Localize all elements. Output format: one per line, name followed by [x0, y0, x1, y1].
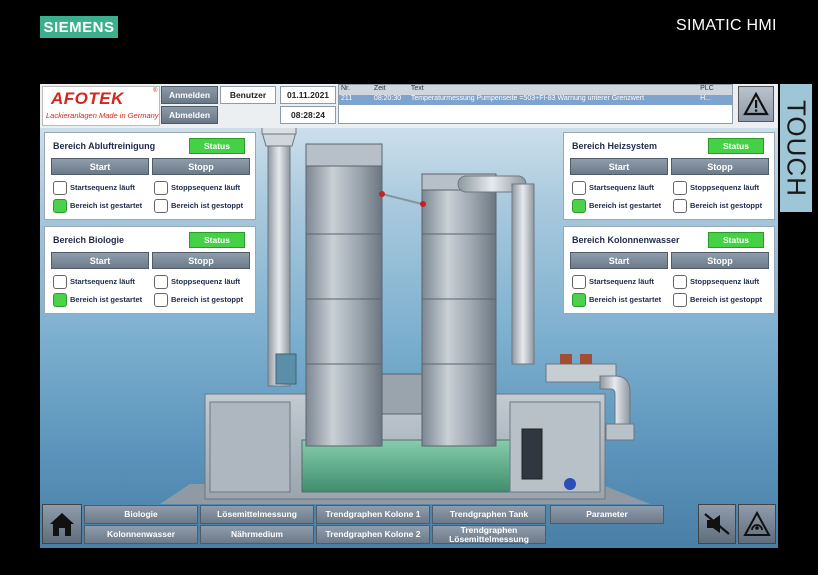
stopsequence-label: Stoppsequenz läuft: [171, 183, 241, 192]
panel-title: Bereich Heizsystem: [572, 141, 658, 151]
startsequence-label: Startsequenz läuft: [70, 277, 136, 286]
stopped-label: Bereich ist gestoppt: [690, 201, 763, 210]
stopped-label: Bereich ist gestoppt: [171, 295, 244, 304]
alarm-col-plc: PLC: [700, 85, 714, 92]
stopsequence-indicator: [154, 181, 168, 195]
column-1: [305, 163, 383, 447]
panel-title: Bereich Biologie: [53, 235, 125, 245]
startsequence-label: Startsequenz läuft: [70, 183, 136, 192]
startsequence-label: Startsequenz läuft: [589, 277, 655, 286]
siemens-logo: SIEMENS: [40, 16, 118, 38]
logo-reg: ®: [153, 88, 158, 94]
nav-trend-kolone-1[interactable]: Trendgraphen Kolone 1: [316, 505, 430, 524]
started-label: Bereich ist gestartet: [70, 201, 143, 210]
acknowledge-icon: [743, 511, 771, 536]
start-button[interactable]: Start: [51, 158, 149, 175]
panel-biologie: Bereich Biologie Status Start Stopp Star…: [44, 226, 256, 314]
exhaust-pipe: [267, 145, 291, 387]
stopsequence-indicator: [154, 275, 168, 289]
started-indicator: [572, 293, 586, 307]
nav-naehrmedium[interactable]: Nährmedium: [200, 525, 314, 544]
hmi-screen: AFOTEK ® Lackieranlagen Made in Germany …: [40, 84, 778, 548]
alarm-table[interactable]: Nr. Zeit Text PLC 211 08:20:30 Temperatu…: [338, 84, 733, 124]
status-button[interactable]: Status: [189, 138, 245, 154]
panel-abluftreinigung: Bereich Abluftreinigung Status Start Sto…: [44, 132, 256, 220]
status-button[interactable]: Status: [708, 138, 764, 154]
alarm-header: Nr. Zeit Text PLC: [339, 85, 732, 95]
stop-button[interactable]: Stopp: [152, 252, 250, 269]
panel-title: Bereich Kolonnenwasser: [572, 235, 680, 245]
login-button[interactable]: Anmelden: [161, 86, 218, 104]
alarm-col-text: Text: [410, 85, 424, 92]
started-label: Bereich ist gestartet: [589, 295, 662, 304]
alarm-time: 08:20:30: [373, 95, 402, 102]
started-indicator: [53, 199, 67, 213]
nav-trend-kolone-2[interactable]: Trendgraphen Kolone 2: [316, 525, 430, 544]
stop-button[interactable]: Stopp: [671, 252, 769, 269]
stopsequence-label: Stoppsequenz läuft: [690, 277, 760, 286]
logo-tagline: Lackieranlagen Made in Germany: [46, 111, 159, 120]
stopped-indicator: [154, 293, 168, 307]
stopsequence-indicator: [673, 275, 687, 289]
alarm-plc: H...: [700, 95, 711, 102]
logout-button[interactable]: Abmelden: [161, 106, 218, 124]
startsequence-label: Startsequenz läuft: [589, 183, 655, 192]
pump: [564, 478, 576, 490]
stopsequence-indicator: [673, 181, 687, 195]
started-indicator: [53, 293, 67, 307]
nav-parameter[interactable]: Parameter: [550, 505, 664, 524]
status-button[interactable]: Status: [708, 232, 764, 248]
stopsequence-label: Stoppsequenz läuft: [171, 277, 241, 286]
start-button[interactable]: Start: [570, 252, 668, 269]
stopped-label: Bereich ist gestoppt: [171, 201, 244, 210]
mute-icon: [704, 513, 730, 535]
alarm-warning-button[interactable]: [738, 86, 774, 122]
nav-trend-tank[interactable]: Trendgraphen Tank: [432, 505, 546, 524]
home-icon: [50, 513, 74, 536]
logo-name: AFOTEK: [51, 89, 124, 108]
nav-kolonnenwasser[interactable]: Kolonnenwasser: [84, 525, 198, 544]
started-label: Bereich ist gestartet: [70, 295, 143, 304]
nav-trend-loesemittelmessung[interactable]: Trendgraphen Lösemittelmessung: [432, 525, 546, 544]
alarm-col-nr: Nr.: [341, 85, 350, 92]
alarm-row[interactable]: 211 08:20:30 Temperaturmessung Pumpensei…: [339, 95, 732, 105]
nav-biologie[interactable]: Biologie: [84, 505, 198, 524]
touch-label: TOUCH: [780, 84, 812, 212]
afotek-logo: AFOTEK ® Lackieranlagen Made in Germany: [42, 86, 160, 126]
column-2: [421, 188, 497, 447]
time-field: 08:28:24: [280, 106, 336, 124]
stop-button[interactable]: Stopp: [671, 158, 769, 175]
panel-title: Bereich Abluftreinigung: [53, 141, 156, 151]
mute-button[interactable]: [698, 504, 736, 544]
warning-icon: [743, 92, 769, 116]
stop-button[interactable]: Stopp: [152, 158, 250, 175]
stopped-label: Bereich ist gestoppt: [690, 295, 763, 304]
product-label: SIMATIC HMI: [676, 17, 777, 34]
started-label: Bereich ist gestartet: [589, 201, 662, 210]
alarm-col-time: Zeit: [373, 85, 386, 92]
startsequence-indicator: [572, 181, 586, 195]
stopped-indicator: [673, 293, 687, 307]
stopped-indicator: [673, 199, 687, 213]
stopsequence-label: Stoppsequenz läuft: [690, 183, 760, 192]
nav-loesemittelmessung[interactable]: Lösemittelmessung: [200, 505, 314, 524]
panel-kolonnenwasser: Bereich Kolonnenwasser Status Start Stop…: [563, 226, 775, 314]
started-indicator: [572, 199, 586, 213]
header-bar: AFOTEK ® Lackieranlagen Made in Germany …: [40, 84, 778, 128]
startsequence-indicator: [53, 181, 67, 195]
stopped-indicator: [154, 199, 168, 213]
alarm-nr: 211: [341, 95, 353, 102]
panel-heizsystem: Bereich Heizsystem Status Start Stopp St…: [563, 132, 775, 220]
date-field: 01.11.2021: [280, 86, 336, 104]
alarm-text: Temperaturmessung Pumpenseite =503+FI-83…: [410, 95, 645, 102]
start-button[interactable]: Start: [51, 252, 149, 269]
startsequence-indicator: [572, 275, 586, 289]
status-button[interactable]: Status: [189, 232, 245, 248]
start-button[interactable]: Start: [570, 158, 668, 175]
home-button[interactable]: [42, 504, 82, 544]
acknowledge-button[interactable]: [738, 504, 776, 544]
user-field: Benutzer: [220, 86, 276, 104]
startsequence-indicator: [53, 275, 67, 289]
basin-water: [302, 440, 534, 492]
